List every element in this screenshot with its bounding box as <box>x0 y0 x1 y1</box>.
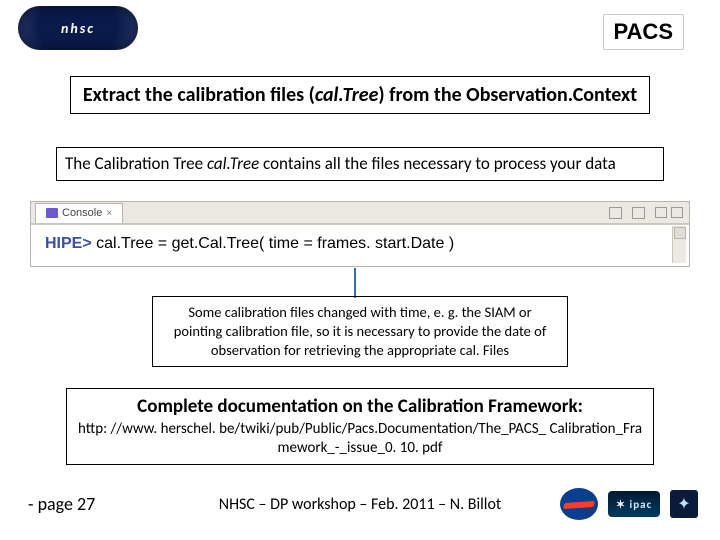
pacs-badge: PACS <box>603 14 685 50</box>
title-ital: cal.Tree <box>315 83 379 107</box>
footer-credit: NHSC – DP workshop – Feb. 2011 – N. Bill… <box>219 495 502 514</box>
doc-title: Complete documentation on the Calibratio… <box>77 395 643 418</box>
doc-url: http: //www. herschel. be/twiki/pub/Publ… <box>77 420 643 458</box>
title-box: Extract the calibration files (cal.Tree)… <box>70 76 650 114</box>
console-panel: Console × HIPE> cal.Tree = get.Cal.Tree(… <box>30 201 690 267</box>
slide: nhsc PACS Extract the calibration files … <box>0 0 720 540</box>
maximize-icon[interactable] <box>671 207 683 218</box>
console-tabbar: Console × <box>31 202 689 224</box>
tool-icon[interactable] <box>609 207 622 219</box>
title-pre: Extract the calibration files ( <box>83 83 315 107</box>
scroll-up-icon[interactable] <box>674 227 686 239</box>
footer: - page 27 NHSC – DP workshop – Feb. 2011… <box>0 488 720 520</box>
nhsc-text: nhsc <box>61 20 95 37</box>
desc-ital: cal.Tree <box>207 153 259 174</box>
connector-line <box>354 268 356 298</box>
ipac-logo: ipac <box>608 491 660 517</box>
title-post: ) from the Observation.Context <box>378 83 637 107</box>
desc-post: contains all the files necessary to proc… <box>259 153 616 174</box>
nhsc-logo: nhsc <box>18 6 138 50</box>
console-icon <box>46 208 58 218</box>
star-logo: ✦ <box>670 490 698 518</box>
close-icon[interactable]: × <box>106 208 112 219</box>
page-number: - page 27 <box>28 493 95 515</box>
nasa-logo <box>560 488 598 520</box>
tool-icon[interactable] <box>632 207 645 219</box>
console-command: cal.Tree = get.Cal.Tree( time = frames. … <box>92 235 454 252</box>
minimize-icon[interactable] <box>655 207 667 218</box>
desc-pre: The Calibration Tree <box>65 153 207 174</box>
footer-logos: ipac ✦ <box>560 488 698 520</box>
console-tab-label: Console <box>62 207 102 219</box>
console-prompt: HIPE> <box>45 235 92 252</box>
note-box: Some calibration files changed with time… <box>152 296 568 367</box>
documentation-box: Complete documentation on the Calibratio… <box>66 388 654 465</box>
console-toolbar <box>609 207 689 219</box>
scrollbar[interactable] <box>672 226 686 263</box>
console-body[interactable]: HIPE> cal.Tree = get.Cal.Tree( time = fr… <box>31 224 689 266</box>
console-tab[interactable]: Console × <box>35 203 123 223</box>
description-box: The Calibration Tree cal.Tree contains a… <box>56 147 664 181</box>
